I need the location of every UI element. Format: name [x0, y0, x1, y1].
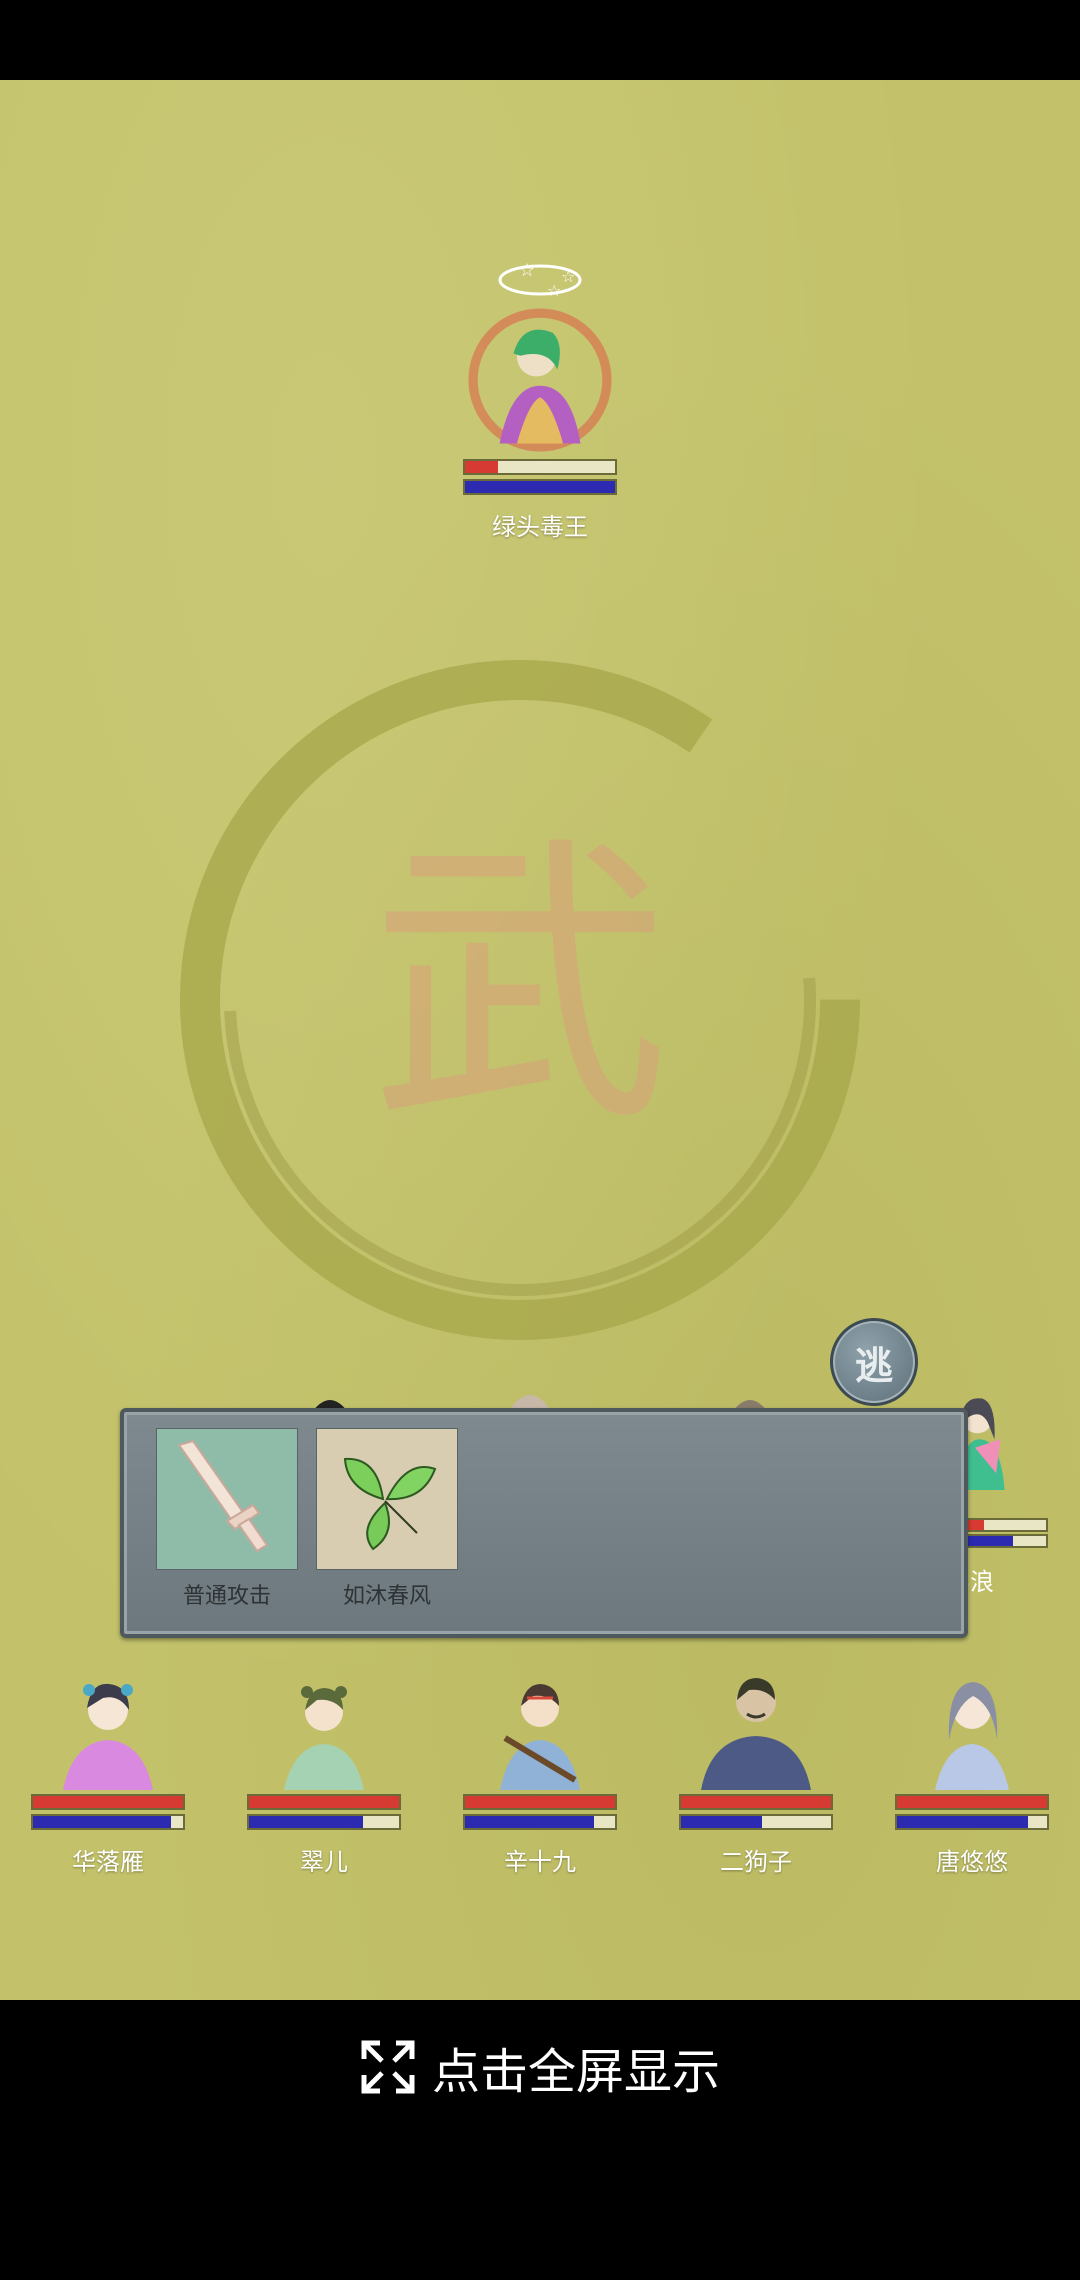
- party-member-name: 华落雁: [72, 1848, 144, 1876]
- party-member-portrait: [935, 1682, 1009, 1790]
- back-row-ally-2-portrait: [508, 1395, 552, 1412]
- fullscreen-label: 点击全屏显示: [432, 2044, 721, 2100]
- flee-button[interactable]: 逃: [830, 1318, 918, 1406]
- party-member-tang-youyou[interactable]: 唐悠悠: [892, 1660, 1052, 1877]
- party-hp-bar: [31, 1794, 185, 1810]
- party-member-portrait: [701, 1678, 811, 1790]
- party-mp-bar: [463, 1814, 617, 1830]
- party-member-cui-er[interactable]: 翠儿: [244, 1660, 404, 1877]
- expand-icon: [361, 2040, 415, 2094]
- enemy-name: 绿头毒王: [492, 513, 588, 541]
- dizzy-stars-icon: ☆ ☆ ☆: [498, 260, 582, 300]
- party-hp-bar: [895, 1794, 1049, 1810]
- enemy-portrait: [468, 308, 612, 452]
- party-hp-bar: [463, 1794, 617, 1810]
- party-member-name: 辛十九: [504, 1848, 576, 1876]
- party-hp-bar: [679, 1794, 833, 1810]
- party-member-name: 二狗子: [720, 1848, 792, 1876]
- party-member-xin-shijiu[interactable]: 辛十九: [460, 1660, 620, 1877]
- enemy-mp-bar: [463, 479, 617, 495]
- svg-text:☆: ☆: [519, 260, 535, 281]
- party-mp-bar: [31, 1814, 185, 1830]
- back-row-ally-4-hp-bar: [962, 1518, 1048, 1532]
- skill-normal-attack[interactable]: 普通攻击: [156, 1428, 298, 1610]
- party-member-portrait: [284, 1686, 364, 1790]
- sword-icon: [156, 1428, 298, 1570]
- party-member-er-gouzi[interactable]: 二狗子: [676, 1660, 836, 1877]
- emblem-character: 武: [370, 812, 670, 1161]
- party-hp-bar: [247, 1794, 401, 1810]
- back-row-ally-4-mp-bar: [962, 1534, 1048, 1548]
- flee-button-label: 逃: [854, 1342, 893, 1388]
- svg-text:☆: ☆: [561, 267, 575, 286]
- status-bar: [0, 0, 1080, 80]
- party-member-hua-luoyan[interactable]: 华落雁: [28, 1660, 188, 1877]
- wu-emblem: 武: [180, 660, 860, 1340]
- skill-panel: 普通攻击 如沐春风: [120, 1408, 968, 1638]
- enemy-hp-bar: [463, 459, 617, 475]
- leaf-icon: [316, 1428, 458, 1570]
- enemy-unit[interactable]: 绿头毒王: [460, 305, 620, 542]
- fullscreen-button[interactable]: 点击全屏显示: [360, 2035, 721, 2100]
- party-member-portrait: [63, 1683, 153, 1790]
- party-mp-bar: [247, 1814, 401, 1830]
- party-member-portrait: [500, 1684, 580, 1790]
- party-mp-bar: [679, 1814, 833, 1830]
- skill-spring-breeze-label: 如沐春风: [342, 1584, 431, 1609]
- party-mp-bar: [895, 1814, 1049, 1830]
- party-member-name: 唐悠悠: [936, 1848, 1008, 1876]
- skill-normal-attack-label: 普通攻击: [182, 1584, 271, 1609]
- svg-text:☆: ☆: [547, 281, 561, 300]
- skill-spring-breeze[interactable]: 如沐春风: [316, 1428, 458, 1610]
- party-member-name: 翠儿: [300, 1848, 348, 1876]
